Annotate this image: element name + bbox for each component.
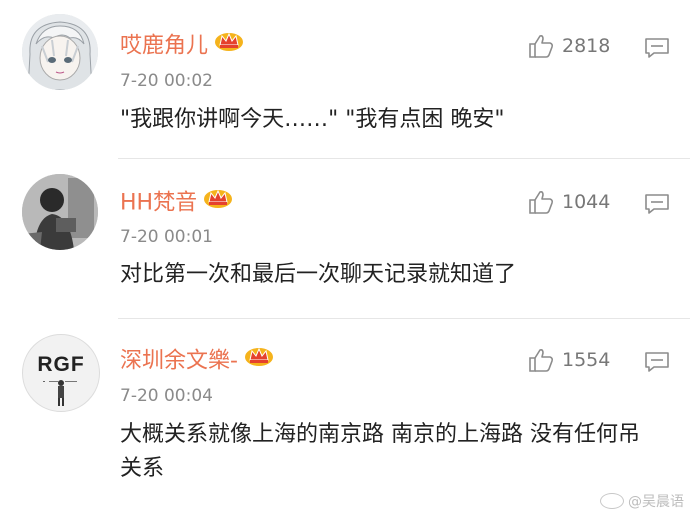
avatar[interactable]: [22, 174, 98, 250]
comment-item: RGF 深圳余文樂- 7-20 00:04 大概关系就像上海的南京路 南京的上海…: [0, 320, 690, 515]
username-text[interactable]: 深圳余文樂-: [120, 349, 238, 374]
username[interactable]: 哎鹿角儿: [120, 32, 244, 61]
like-count: 2818: [562, 35, 611, 57]
thumbs-up-icon: [529, 35, 554, 58]
like-count: 1554: [562, 349, 611, 371]
comment-text: 对比第一次和最后一次聊天记录就知道了: [120, 262, 517, 287]
comment-feed: 哎鹿角儿 7-20 00:02 "我跟你讲啊今天……" "我有点困 晚安" 28…: [0, 0, 690, 515]
username[interactable]: HH梵音: [120, 189, 233, 218]
reply-comment-icon: [645, 194, 669, 214]
timestamp: 7-20 00:04: [120, 386, 213, 406]
username[interactable]: 深圳余文樂-: [120, 347, 274, 376]
vip-crown-icon: [214, 30, 244, 59]
timestamp: 7-20 00:01: [120, 227, 213, 247]
thumbs-up-icon: [529, 191, 554, 214]
comment-item: HH梵音 7-20 00:01 对比第一次和最后一次聊天记录就知道了 1044: [0, 160, 690, 320]
divider: [118, 318, 690, 319]
avatar[interactable]: RGF: [22, 334, 100, 412]
weibo-watermark: @吴晨语: [600, 491, 684, 511]
avatar[interactable]: [22, 14, 98, 90]
comment-text: "我跟你讲啊今天……" "我有点困 晚安": [120, 107, 505, 132]
vip-crown-icon: [203, 187, 233, 216]
like-button[interactable]: 1044: [528, 190, 610, 214]
watermark-text: @吴晨语: [628, 494, 684, 510]
vip-crown-icon: [244, 345, 274, 374]
like-button[interactable]: 1554: [528, 348, 610, 372]
reply-button[interactable]: [644, 193, 670, 219]
anime-avatar-image: [22, 14, 98, 90]
thumbs-up-icon: [529, 349, 554, 372]
like-button[interactable]: 2818: [528, 34, 610, 58]
rgf-figure-image: [43, 380, 77, 406]
like-count: 1044: [562, 191, 611, 213]
username-text[interactable]: HH梵音: [120, 191, 197, 216]
reply-comment-icon: [645, 352, 669, 372]
comment-text: 大概关系就像上海的南京路 南京的上海路 没有任何吊关系: [120, 422, 640, 481]
reply-button[interactable]: [644, 37, 670, 63]
weibo-icon: [600, 493, 624, 509]
reply-button[interactable]: [644, 351, 670, 377]
divider: [118, 158, 690, 159]
photo-avatar-image: [22, 174, 98, 250]
timestamp: 7-20 00:02: [120, 71, 213, 91]
comment-item: 哎鹿角儿 7-20 00:02 "我跟你讲啊今天……" "我有点困 晚安" 28…: [0, 0, 690, 160]
username-text[interactable]: 哎鹿角儿: [120, 34, 208, 59]
reply-comment-icon: [645, 38, 669, 58]
